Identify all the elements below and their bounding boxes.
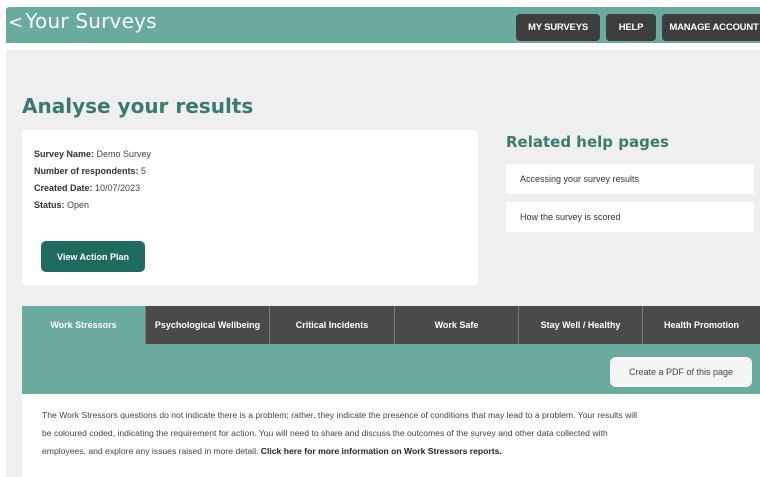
top-bar: < Your Surveys MY SURVEYS HELP MANAGE ACC… bbox=[6, 7, 760, 43]
page-title: Analyse your results bbox=[22, 94, 254, 118]
survey-name-value: Demo Survey bbox=[94, 149, 152, 159]
respondents-value: 5 bbox=[138, 166, 147, 176]
respondents-label: Number of respondents: bbox=[34, 166, 139, 176]
tab-work-safe[interactable]: Work Safe bbox=[395, 306, 519, 344]
app-title: Your Surveys bbox=[25, 9, 157, 33]
tab-panel-toolbar: Create a PDF of this page bbox=[22, 344, 760, 394]
created-date-label: Created Date: bbox=[34, 183, 93, 193]
tab-health-promotion[interactable]: Health Promotion bbox=[643, 306, 760, 344]
back-to-surveys-link[interactable]: < Your Surveys bbox=[8, 9, 157, 33]
survey-info-card: Survey Name: Demo Survey Number of respo… bbox=[22, 130, 478, 285]
help-button[interactable]: HELP bbox=[606, 14, 656, 41]
description-line: be coloured coded, indicating the requir… bbox=[42, 428, 608, 438]
survey-status: Status: Open bbox=[34, 200, 89, 210]
manage-account-button[interactable]: MANAGE ACCOUNT bbox=[662, 14, 760, 41]
help-link-survey-scoring[interactable]: How the survey is scored bbox=[506, 202, 754, 232]
more-info-link[interactable]: Click here for more information on Work … bbox=[261, 446, 502, 456]
survey-name-label: Survey Name: bbox=[34, 149, 95, 159]
related-help-title: Related help pages bbox=[506, 133, 669, 151]
my-surveys-button[interactable]: MY SURVEYS bbox=[516, 14, 600, 41]
tab-psychological-wellbeing[interactable]: Psychological Wellbeing bbox=[146, 306, 270, 344]
description-text: employees, and explore any issues raised… bbox=[42, 446, 261, 456]
description-line: The Work Stressors questions do not indi… bbox=[42, 410, 638, 420]
survey-name: Survey Name: Demo Survey bbox=[34, 149, 151, 159]
description-line: employees, and explore any issues raised… bbox=[42, 442, 760, 460]
chevron-left-icon: < bbox=[8, 12, 24, 33]
status-label: Status: bbox=[34, 200, 65, 210]
work-stressors-description: The Work Stressors questions do not indi… bbox=[22, 394, 760, 477]
tab-critical-incidents[interactable]: Critical Incidents bbox=[270, 306, 395, 344]
created-date: Created Date: 10/07/2023 bbox=[34, 183, 140, 193]
help-link-accessing-results[interactable]: Accessing your survey results bbox=[506, 164, 754, 194]
view-action-plan-button[interactable]: View Action Plan bbox=[41, 241, 145, 272]
status-value: Open bbox=[64, 200, 90, 210]
respondents-count: Number of respondents: 5 bbox=[34, 166, 146, 176]
created-date-value: 10/07/2023 bbox=[92, 183, 141, 193]
results-tabs: Work Stressors Psychological Wellbeing C… bbox=[22, 306, 760, 344]
tab-stay-well-healthy[interactable]: Stay Well / Healthy bbox=[519, 306, 643, 344]
tab-work-stressors[interactable]: Work Stressors bbox=[22, 306, 146, 344]
create-pdf-button[interactable]: Create a PDF of this page bbox=[610, 357, 752, 387]
